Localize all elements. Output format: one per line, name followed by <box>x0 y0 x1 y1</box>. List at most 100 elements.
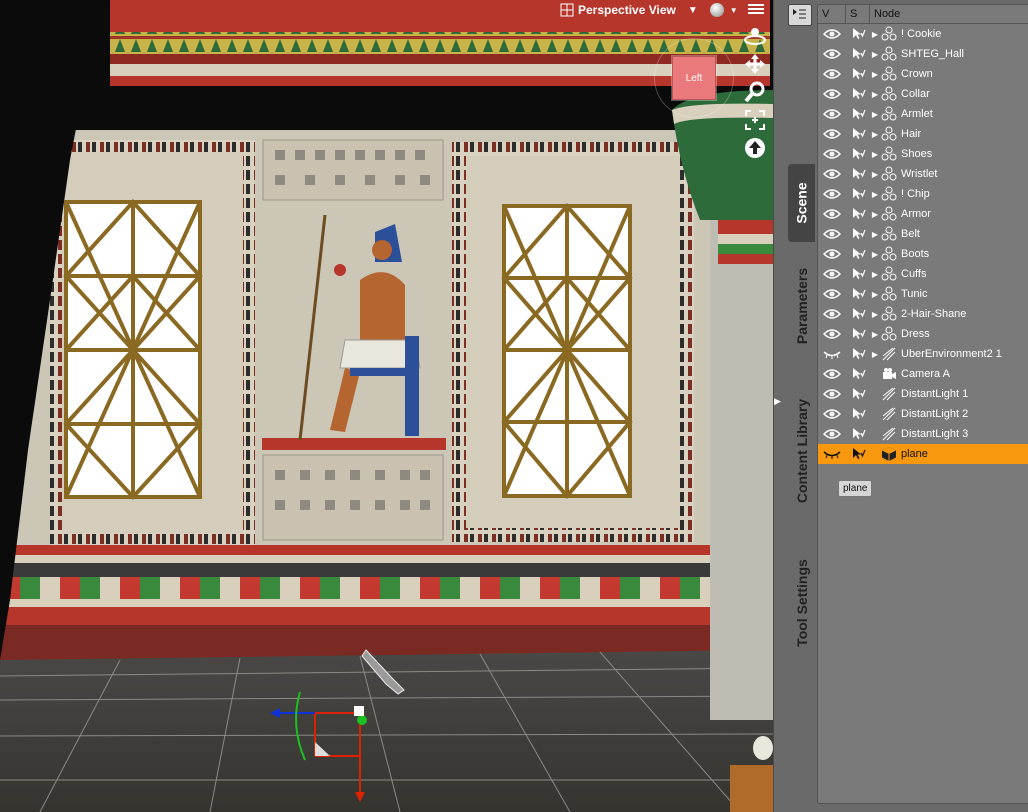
expand-arrow-icon[interactable]: ▶ <box>870 310 880 319</box>
selectable-icon[interactable] <box>846 144 870 164</box>
eye-icon[interactable] <box>818 64 846 84</box>
selectable-icon[interactable] <box>846 304 870 324</box>
scene-row[interactable]: ▶ Dress <box>818 324 1028 344</box>
scene-row[interactable]: ▶ Tunic <box>818 284 1028 304</box>
selectable-icon[interactable] <box>846 44 870 64</box>
selectable-icon[interactable] <box>846 384 870 404</box>
column-visible[interactable]: V <box>818 5 846 23</box>
scene-row[interactable]: DistantLight 2 <box>818 404 1028 424</box>
scene-row[interactable]: ▶ UberEnvironment2 1 <box>818 344 1028 364</box>
eye-icon[interactable] <box>818 164 846 184</box>
scene-row[interactable]: ▶ Armor <box>818 204 1028 224</box>
column-selectable[interactable]: S <box>846 5 870 23</box>
scene-row[interactable]: Camera A <box>818 364 1028 384</box>
scene-row[interactable]: ▶ Cuffs <box>818 264 1028 284</box>
expand-arrow-icon[interactable]: ▶ <box>870 270 880 279</box>
expand-arrow-icon[interactable]: ▶ <box>870 90 880 99</box>
expand-arrow-icon[interactable]: ▶ <box>870 330 880 339</box>
scene-row[interactable]: ▶ Crown <box>818 64 1028 84</box>
scene-row[interactable]: ▶ Belt <box>818 224 1028 244</box>
selectable-icon[interactable] <box>846 364 870 384</box>
tab-content-library[interactable]: Content Library <box>788 378 816 523</box>
eye-icon[interactable] <box>818 384 846 404</box>
expand-arrow-icon[interactable]: ▶ <box>870 130 880 139</box>
eye-icon[interactable] <box>818 264 846 284</box>
draw-style-icon[interactable] <box>709 3 724 17</box>
splitter-arrow-icon[interactable]: ▶ <box>774 396 782 408</box>
expand-arrow-icon[interactable]: ▶ <box>870 190 880 199</box>
expand-arrow-icon[interactable]: ▶ <box>870 210 880 219</box>
scene-row[interactable]: ▶ ! Cookie <box>818 24 1028 44</box>
eye-icon[interactable] <box>818 364 846 384</box>
draw-style-dropdown-icon[interactable]: ▼ <box>730 6 738 15</box>
zoom-icon[interactable] <box>742 80 768 104</box>
scene-row[interactable]: ▶ ! Chip <box>818 184 1028 204</box>
tab-tool-settings[interactable]: Tool Settings <box>788 540 816 665</box>
eye-icon[interactable] <box>818 44 846 64</box>
eye-icon[interactable] <box>818 244 846 264</box>
scene-row[interactable]: plane <box>818 444 1028 464</box>
selectable-icon[interactable] <box>846 324 870 344</box>
eye-icon[interactable] <box>818 404 846 424</box>
scene-row[interactable]: ▶ Wristlet <box>818 164 1028 184</box>
tab-parameters[interactable]: Parameters <box>788 252 816 360</box>
expand-arrow-icon[interactable]: ▶ <box>870 170 880 179</box>
expand-arrow-icon[interactable]: ▶ <box>870 230 880 239</box>
expand-arrow-icon[interactable]: ▶ <box>870 70 880 79</box>
selectable-icon[interactable] <box>846 444 870 464</box>
view-cube[interactable]: Left <box>672 56 716 100</box>
expand-arrow-icon[interactable]: ▶ <box>870 350 880 359</box>
orbit-icon[interactable] <box>742 24 768 48</box>
scene-row[interactable]: ▶ Shoes <box>818 144 1028 164</box>
scene-row[interactable]: DistantLight 1 <box>818 384 1028 404</box>
column-node[interactable]: Node <box>870 5 900 23</box>
eye-icon[interactable] <box>818 184 846 204</box>
expand-arrow-icon[interactable]: ▶ <box>870 50 880 59</box>
eye-icon[interactable] <box>818 324 846 344</box>
selectable-icon[interactable] <box>846 264 870 284</box>
view-dropdown-icon[interactable]: ▼ <box>688 5 698 16</box>
scene-row[interactable]: ▶ 2-Hair-Shane <box>818 304 1028 324</box>
pane-options-icon[interactable] <box>788 4 812 26</box>
eye-icon[interactable] <box>818 204 846 224</box>
3d-viewport[interactable]: Perspective View ▼ ▼ Left <box>0 0 773 812</box>
scene-row[interactable]: ▶ Collar <box>818 84 1028 104</box>
selectable-icon[interactable] <box>846 184 870 204</box>
selectable-icon[interactable] <box>846 244 870 264</box>
expand-arrow-icon[interactable]: ▶ <box>870 250 880 259</box>
selectable-icon[interactable] <box>846 64 870 84</box>
selectable-icon[interactable] <box>846 424 870 444</box>
selectable-icon[interactable] <box>846 164 870 184</box>
selectable-icon[interactable] <box>846 404 870 424</box>
selectable-icon[interactable] <box>846 224 870 244</box>
move-icon[interactable] <box>742 52 768 76</box>
eye-icon[interactable] <box>818 304 846 324</box>
frame-icon[interactable] <box>742 108 768 132</box>
selectable-icon[interactable] <box>846 104 870 124</box>
expand-arrow-icon[interactable]: ▶ <box>870 290 880 299</box>
eye-icon[interactable] <box>818 224 846 244</box>
scene-row[interactable]: ▶ Hair <box>818 124 1028 144</box>
reset-icon[interactable] <box>742 136 768 160</box>
eye-icon[interactable] <box>818 24 846 44</box>
expand-arrow-icon[interactable]: ▶ <box>870 110 880 119</box>
eye-icon[interactable] <box>818 84 846 104</box>
selectable-icon[interactable] <box>846 84 870 104</box>
perspective-view-button[interactable]: Perspective View <box>560 3 676 17</box>
expand-arrow-icon[interactable]: ▶ <box>870 30 880 39</box>
scene-row[interactable]: ▶ Armlet <box>818 104 1028 124</box>
eye-icon[interactable] <box>818 124 846 144</box>
selectable-icon[interactable] <box>846 204 870 224</box>
tab-scene[interactable]: Scene <box>788 164 816 242</box>
scene-row[interactable]: ▶ SHTEG_Hall <box>818 44 1028 64</box>
scene-row[interactable]: DistantLight 3 <box>818 424 1028 444</box>
selectable-icon[interactable] <box>846 24 870 44</box>
eye-icon[interactable] <box>818 424 846 444</box>
selectable-icon[interactable] <box>846 284 870 304</box>
eye-closed-icon[interactable] <box>818 344 846 364</box>
scene-row[interactable]: ▶ Boots <box>818 244 1028 264</box>
eye-icon[interactable] <box>818 104 846 124</box>
selectable-icon[interactable] <box>846 344 870 364</box>
viewport-menu-icon[interactable] <box>748 2 764 16</box>
eye-icon[interactable] <box>818 144 846 164</box>
